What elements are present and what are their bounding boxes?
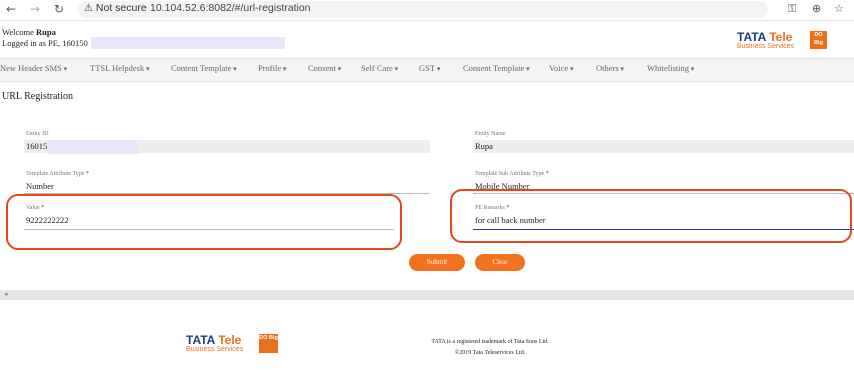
menu-gst[interactable]: GST (419, 63, 440, 73)
menu-ttsl-helpdesk[interactable]: TTSL Helpdesk (90, 63, 149, 73)
security-indicator[interactable]: ⚠ Not secure (84, 2, 147, 14)
template-sub-attr-type-label: Template Sub Attribute Type * (475, 171, 549, 177)
welcome-name: Rupa (36, 27, 56, 37)
scroll-left-icon[interactable]: ◂ (4, 290, 8, 298)
entity-name-value: Rupa (475, 141, 493, 151)
key-icon[interactable]: ⚿ (788, 2, 796, 16)
url-text[interactable]: 10.104.52.6:8082/#/url-registration (150, 2, 311, 14)
entity-name-label: Entity Name (475, 131, 506, 137)
page-title: URL Registration (2, 91, 74, 102)
menu-consent-template[interactable]: Consent Template (463, 63, 530, 73)
menu-self-care[interactable]: Self Care (361, 63, 398, 73)
redaction-mask (91, 37, 285, 49)
template-attr-type-select[interactable]: Number (26, 181, 54, 191)
bookmark-star-icon[interactable]: ☆ (834, 2, 844, 15)
menu-whitelisting[interactable]: Whitelisting (647, 63, 694, 73)
highlight-remarks-box (450, 189, 852, 243)
menu-content-template[interactable]: Content Template (171, 63, 237, 73)
menu-profile[interactable]: Profile (258, 63, 286, 73)
footer-trademark: TATA is a registered trademark of Tata S… (431, 339, 549, 345)
menu-consent[interactable]: Consent (308, 63, 341, 73)
submit-button[interactable]: Submit (409, 254, 465, 271)
entity-name-field (473, 140, 854, 153)
reload-icon[interactable]: ↻ (52, 2, 66, 16)
clear-button[interactable]: Clear (475, 254, 525, 271)
back-icon[interactable]: ← (4, 2, 18, 16)
horizontal-scrollbar[interactable]: ◂ (0, 290, 854, 300)
footer-copyright: ©2019 Tata Teleservices Ltd. (454, 350, 526, 356)
zoom-icon[interactable]: ⊕ (812, 2, 821, 15)
welcome-prefix: Welcome (2, 27, 34, 37)
warning-icon: ⚠ (84, 3, 93, 14)
highlight-value-box (6, 194, 402, 250)
menu-voice[interactable]: Voice (549, 63, 573, 73)
menu-new-header-sms[interactable]: New Header SMS (0, 63, 67, 73)
welcome-block: Welcome Rupa Logged in as PE, 160150 (2, 27, 88, 49)
menu-others[interactable]: Others (596, 63, 624, 73)
template-attr-type-label: Template Attribute Type * (26, 171, 89, 177)
forward-icon[interactable]: → (28, 2, 42, 16)
entity-id-label: Entity ID (26, 131, 49, 137)
entity-id-value: 16015 (26, 141, 48, 151)
logged-in-text: Logged in as PE, 160150 (2, 38, 88, 48)
redaction-mask-entity (48, 140, 138, 154)
